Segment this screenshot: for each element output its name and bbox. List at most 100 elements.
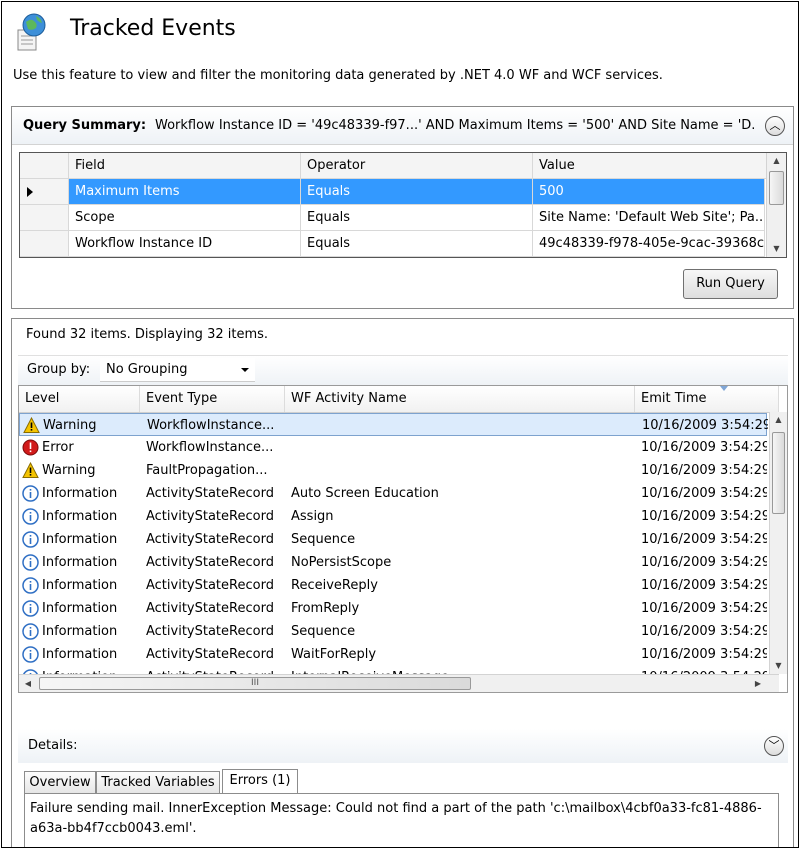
cell-level: Warning bbox=[43, 418, 97, 433]
cell-emit-time: 10/16/2009 3:54:29.9 bbox=[641, 624, 767, 639]
table-row[interactable]: Warning WorkflowInstance... 10/16/2009 3:5… bbox=[19, 413, 768, 437]
table-row[interactable]: Information ActivityStateRecord FromReply 1… bbox=[19, 597, 767, 620]
errors-tab-content: Failure sending mail. InnerException Mes… bbox=[24, 793, 779, 847]
cell-emit-time: 10/16/2009 3:54:29.9 bbox=[642, 418, 768, 433]
column-header-emit-time[interactable]: Emit Time bbox=[635, 386, 779, 412]
group-by-label: Group by: bbox=[27, 362, 91, 377]
cell-emit-time: 10/16/2009 3:54:29.9 bbox=[641, 555, 767, 570]
cell-event-type: ActivityStateRecord bbox=[146, 647, 274, 662]
column-header-field[interactable]: Field bbox=[69, 153, 301, 179]
cell-emit-time: 10/16/2009 3:54:29.9 bbox=[641, 440, 767, 455]
cell-operator[interactable]: Equals bbox=[301, 179, 533, 205]
scroll-thumb[interactable] bbox=[772, 432, 785, 514]
error-icon bbox=[22, 439, 39, 456]
cell-level: Error bbox=[42, 440, 74, 455]
table-row[interactable]: Warning FaultPropagation... 10/16/2009 3:5… bbox=[19, 459, 767, 482]
cell-operator[interactable]: Equals bbox=[301, 231, 533, 257]
table-row[interactable]: Error WorkflowInstance... 10/16/2009 3:54:… bbox=[19, 436, 767, 459]
results-panel: Found 32 items. Displaying 32 items. Gro… bbox=[11, 318, 794, 847]
info-icon bbox=[22, 554, 39, 571]
table-row[interactable]: Information ActivityStateRecord ReceiveRep… bbox=[19, 574, 767, 597]
current-row-arrow-icon bbox=[27, 187, 33, 197]
scroll-thumb[interactable] bbox=[769, 171, 784, 205]
scroll-left-icon[interactable]: ◀ bbox=[21, 676, 35, 691]
group-by-dropdown[interactable]: No Grouping bbox=[100, 358, 255, 382]
cell-emit-time: 10/16/2009 3:54:29.9 bbox=[641, 601, 767, 616]
run-query-button[interactable]: Run Query bbox=[683, 269, 778, 299]
collapse-up-icon[interactable]: ︿ bbox=[765, 116, 785, 136]
cell-value[interactable]: 49c48339-f978-405e-9cac-39368c... bbox=[533, 231, 765, 257]
cell-field[interactable]: Maximum Items bbox=[69, 179, 301, 205]
scroll-up-icon[interactable]: ▲ bbox=[770, 412, 787, 428]
query-grid-header: Field Operator Value bbox=[20, 153, 786, 179]
page-title: Tracked Events bbox=[70, 16, 236, 41]
column-header-event-type[interactable]: Event Type bbox=[140, 386, 285, 412]
cell-level: Information bbox=[42, 486, 118, 501]
query-summary-label: Query Summary: bbox=[23, 118, 147, 133]
expand-down-icon[interactable]: ﹀ bbox=[764, 736, 784, 756]
table-row[interactable]: Maximum Items Equals 500 bbox=[20, 179, 786, 205]
cell-operator[interactable]: Equals bbox=[301, 205, 533, 231]
cell-activity-name: Auto Screen Education bbox=[291, 486, 439, 501]
table-row[interactable]: Information ActivityStateRecord Sequence 10… bbox=[19, 528, 767, 551]
table-row[interactable]: Information ActivityStateRecord WaitForRep… bbox=[19, 643, 767, 666]
column-header-operator[interactable]: Operator bbox=[301, 153, 533, 179]
scroll-down-icon[interactable]: ▼ bbox=[770, 658, 787, 674]
cell-level: Information bbox=[42, 601, 118, 616]
cell-level: Information bbox=[42, 532, 118, 547]
tracked-events-page: Tracked Events Use this feature to view … bbox=[1, 1, 799, 848]
table-row[interactable]: Scope Equals Site Name: 'Default Web Sit… bbox=[20, 205, 786, 231]
events-grid-header: Level Event Type WF Activity Name Emit T… bbox=[19, 386, 779, 413]
cell-event-type: ActivityStateRecord bbox=[146, 624, 274, 639]
table-row[interactable]: Information ActivityStateRecord Assign 10/1… bbox=[19, 505, 767, 528]
hscroll-thumb[interactable]: III bbox=[39, 677, 471, 690]
cell-level: Information bbox=[42, 509, 118, 524]
tab-tracked-variables[interactable]: Tracked Variables bbox=[96, 771, 220, 793]
sort-descending-icon bbox=[720, 386, 728, 391]
cell-field[interactable]: Workflow Instance ID bbox=[69, 231, 301, 257]
cell-level: Information bbox=[42, 624, 118, 639]
cell-level: Information bbox=[42, 647, 118, 662]
cell-activity-name bbox=[292, 414, 636, 437]
cell-emit-time: 10/16/2009 3:54:29.9 bbox=[641, 647, 767, 662]
cell-event-type: ActivityStateRecord bbox=[146, 601, 274, 616]
table-row[interactable]: Information ActivityStateRecord Auto Scree… bbox=[19, 482, 767, 505]
cell-activity-name: Sequence bbox=[291, 532, 356, 547]
scroll-right-icon[interactable]: ▶ bbox=[751, 676, 765, 691]
tab-overview[interactable]: Overview bbox=[24, 771, 96, 793]
query-fields-grid: Field Operator Value Maximum Items Equal… bbox=[19, 152, 787, 258]
scroll-down-icon[interactable]: ▼ bbox=[767, 241, 786, 257]
column-header-activity-name[interactable]: WF Activity Name bbox=[285, 386, 635, 412]
cell-value[interactable]: 500 bbox=[533, 179, 765, 205]
results-count-text: Found 32 items. Displaying 32 items. bbox=[26, 327, 269, 342]
row-header-corner bbox=[20, 153, 69, 179]
events-grid-vscrollbar[interactable]: ▲ ▼ bbox=[769, 412, 787, 674]
cell-event-type: ActivityStateRecord bbox=[146, 578, 274, 593]
events-grid-hscrollbar[interactable]: ◀ III ▶ bbox=[19, 674, 779, 692]
cell-activity-name: Sequence bbox=[291, 624, 356, 639]
cell-field[interactable]: Scope bbox=[69, 205, 301, 231]
group-by-value: No Grouping bbox=[106, 362, 188, 377]
cell-activity-name: NoPersistScope bbox=[291, 555, 392, 570]
scroll-up-icon[interactable]: ▲ bbox=[767, 153, 786, 169]
tab-errors[interactable]: Errors (1) bbox=[222, 769, 298, 794]
cell-event-type: ActivityStateRecord bbox=[146, 555, 274, 570]
table-row[interactable]: Information ActivityStateRecord NoPersistS… bbox=[19, 551, 767, 574]
column-header-level[interactable]: Level bbox=[19, 386, 140, 412]
cell-value[interactable]: Site Name: 'Default Web Site'; Pa... bbox=[533, 205, 765, 231]
table-row[interactable]: Information ActivityStateRecord Sequence 10… bbox=[19, 620, 767, 643]
column-header-value[interactable]: Value bbox=[533, 153, 773, 179]
table-row[interactable]: Workflow Instance ID Equals 49c48339-f97… bbox=[20, 231, 786, 257]
tracked-events-icon bbox=[17, 13, 46, 51]
cell-activity-name bbox=[291, 436, 635, 459]
row-selector[interactable] bbox=[20, 179, 69, 205]
info-icon bbox=[22, 508, 39, 525]
cell-event-type: ActivityStateRecord bbox=[146, 486, 274, 501]
cell-event-type: FaultPropagation... bbox=[146, 463, 268, 478]
cell-event-type: WorkflowInstance... bbox=[147, 418, 275, 433]
row-selector[interactable] bbox=[20, 231, 69, 257]
row-selector[interactable] bbox=[20, 205, 69, 231]
details-label: Details: bbox=[28, 738, 78, 753]
query-grid-vscrollbar[interactable]: ▲ ▼ bbox=[766, 153, 786, 257]
cell-emit-time: 10/16/2009 3:54:29.9 bbox=[641, 486, 767, 501]
